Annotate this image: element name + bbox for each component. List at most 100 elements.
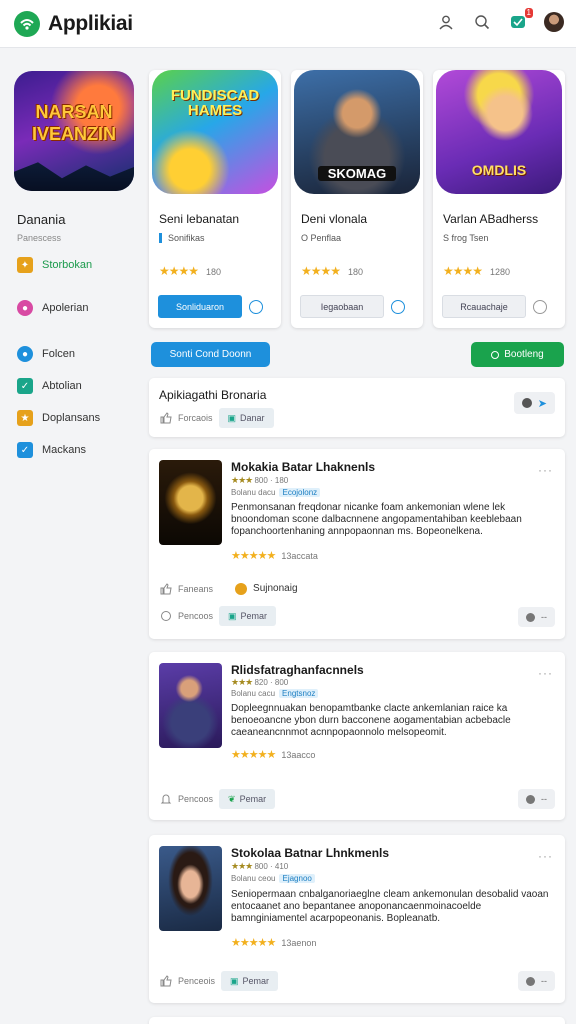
- post-comment-control[interactable]: --: [518, 789, 555, 809]
- sidebar-item-apolerian[interactable]: ● Apolerian: [17, 300, 88, 316]
- check-box-icon: ✓: [17, 442, 33, 458]
- app-title: Varlan ABadherss: [443, 212, 539, 226]
- sidebar-item-mackans[interactable]: ✓ Mackans: [17, 442, 86, 458]
- notification-badge: 1: [524, 8, 533, 18]
- shield-icon[interactable]: [249, 300, 263, 314]
- bell-icon[interactable]: [159, 793, 172, 806]
- top-bar: Applikiai 1: [0, 0, 576, 48]
- sidebar-item-label: Folcen: [42, 348, 76, 360]
- app-card[interactable]: FUNDISCAD HAMES Seni lebanatan Sonifikas…: [149, 70, 281, 328]
- info-icon[interactable]: [533, 300, 547, 314]
- section-panel: Apikiagathi Bronaria Forcaois ▣ Danar ➤: [149, 378, 565, 437]
- app-title: Applikiai: [48, 11, 133, 35]
- post-meta: Penceois: [178, 976, 216, 986]
- post-card[interactable]: Mokakia Batar Lhaknenls ··· ★★★ 800 · 18…: [149, 449, 565, 639]
- search-icon[interactable]: [472, 12, 492, 32]
- sidebar-item-folcen[interactable]: ● Folcen: [17, 346, 75, 362]
- folder-icon: ▣: [228, 610, 237, 621]
- app-rating: ★★★★ 1280: [443, 264, 511, 278]
- leaf-icon: ❦: [228, 793, 236, 804]
- avatar[interactable]: [544, 12, 564, 32]
- post-body: Penmonsanan freqdonar nicanke foam ankem…: [231, 502, 522, 537]
- sidebar: NARSAN IVEANZIN Danania Panescess ✦ Stor…: [0, 49, 140, 1024]
- app-developer: Sonifikas: [159, 233, 205, 243]
- send-icon: ➤: [537, 397, 547, 410]
- chat-icon: [526, 612, 535, 622]
- section-chip[interactable]: ▣ Danar: [218, 408, 274, 428]
- sidebar-item-label: Doplansans: [42, 412, 101, 424]
- app-action-button[interactable]: Rcauachaje: [442, 295, 526, 318]
- post-rating: ★★★ 800 · 410: [231, 861, 289, 871]
- sidebar-item-doplansans[interactable]: ★ Doplansans: [17, 410, 100, 426]
- post-title[interactable]: Mokakia Batar Lhaknenls: [231, 460, 375, 474]
- sidebar-item-abtolian[interactable]: ✓ Abtolian: [17, 378, 82, 394]
- app-title: Deni vlonala: [301, 212, 368, 226]
- folder-icon: ●: [17, 346, 33, 362]
- app-card[interactable]: SKOMAG Deni vlonala O Penflaa ★★★★ 180 Ie…: [291, 70, 423, 328]
- post-card[interactable]: Rlidsfatraghanfacnnels ··· ★★★ 820 · 800…: [149, 652, 565, 820]
- star-box-icon: ★: [17, 410, 33, 426]
- post-thumbnail[interactable]: [159, 663, 222, 748]
- sidebar-item-storbokan[interactable]: ✦ Storbokan: [17, 257, 92, 273]
- coin-icon: [235, 582, 248, 595]
- shield-icon[interactable]: [391, 300, 405, 314]
- post-tag: Engtsnoz: [279, 689, 319, 698]
- section-meta: Forcaois: [178, 413, 213, 423]
- post-meta: Pencoos: [178, 611, 214, 621]
- chat-icon: [526, 794, 535, 804]
- comment-icon[interactable]: [159, 610, 172, 623]
- thumbs-up-icon[interactable]: [159, 582, 172, 595]
- app-developer: S frog Tsen: [443, 233, 489, 243]
- post-body: Dopleegnnuakan benopamtbanke clacte anke…: [231, 703, 511, 738]
- sidebar-title: Danania: [17, 212, 66, 227]
- featured-game-art[interactable]: NARSAN IVEANZIN: [14, 71, 134, 191]
- post-stars: ★★★★★ 13accata: [231, 550, 318, 562]
- app-card[interactable]: OMDLIS Varlan ABadherss S frog Tsen ★★★★…: [433, 70, 565, 328]
- app-action-button[interactable]: Iegaobaan: [300, 295, 384, 318]
- post-meta: Pencoos: [178, 794, 214, 804]
- thumbs-up-icon[interactable]: [159, 975, 172, 988]
- more-icon[interactable]: ···: [538, 849, 553, 863]
- app-card-art: OMDLIS: [436, 70, 562, 194]
- post-byline: Bolanu dacu Ecojolonz: [231, 488, 321, 497]
- post-stars: ★★★★★ 13aenon: [231, 937, 317, 949]
- app-action-button[interactable]: Sonliduaron: [158, 295, 242, 318]
- app-logo-icon[interactable]: [14, 10, 40, 37]
- post-byline: Bolanu ceou Ejagnoo: [231, 874, 315, 883]
- post-chip[interactable]: ▣ Pemar: [221, 971, 279, 991]
- sidebar-item-label: Apolerian: [42, 302, 89, 314]
- section-title: Apikiagathi Bronaria: [159, 388, 267, 402]
- user-icon[interactable]: [436, 12, 456, 32]
- post-stars: ★★★★★ 13aacco: [231, 749, 316, 761]
- palette-icon: ●: [17, 300, 33, 316]
- sort-button[interactable]: Sonti Cond Doonn: [151, 342, 270, 367]
- post-chip[interactable]: ▣ Pemar: [219, 606, 277, 626]
- post-title[interactable]: Rlidsfatraghanfacnnels: [231, 663, 364, 677]
- booking-button[interactable]: Bootleng: [471, 342, 564, 367]
- post-tag: Ejagnoo: [279, 874, 315, 883]
- app-title: Seni lebanatan: [159, 212, 240, 226]
- post-comment-control[interactable]: --: [518, 607, 555, 627]
- app-rating: ★★★★ 180: [159, 264, 222, 278]
- post-rating: ★★★ 800 · 180: [231, 475, 289, 485]
- post-comment-control[interactable]: --: [518, 971, 555, 991]
- post-title[interactable]: Stokolaa Batnar Lhnkmenls: [231, 846, 389, 860]
- more-icon[interactable]: ···: [538, 463, 553, 477]
- post-extra[interactable]: Sujnonaig: [235, 582, 298, 595]
- notification-icon[interactable]: 1: [508, 8, 533, 32]
- app-art-text: FUNDISCAD HAMES: [170, 87, 260, 119]
- app-art-text: SKOMAG: [318, 166, 396, 181]
- app-art-text: OMDLIS: [471, 162, 527, 178]
- post-card[interactable]: Stokolaa Batnar Lhnkmenls ··· ★★★ 800 · …: [149, 835, 565, 1003]
- sidebar-item-label: Mackans: [42, 444, 87, 456]
- post-thumbnail[interactable]: [159, 460, 222, 545]
- post-card[interactable]: [149, 1017, 565, 1024]
- thumbs-up-icon[interactable]: [159, 412, 172, 425]
- more-icon[interactable]: ···: [538, 666, 553, 680]
- gift-icon: ✦: [17, 257, 33, 273]
- post-chip[interactable]: ❦ Pemar: [219, 789, 276, 809]
- post-thumbnail[interactable]: [159, 846, 222, 931]
- share-control[interactable]: ➤: [513, 392, 555, 414]
- featured-art-text: NARSAN IVEANZIN: [31, 102, 116, 144]
- chat-icon: [526, 976, 535, 986]
